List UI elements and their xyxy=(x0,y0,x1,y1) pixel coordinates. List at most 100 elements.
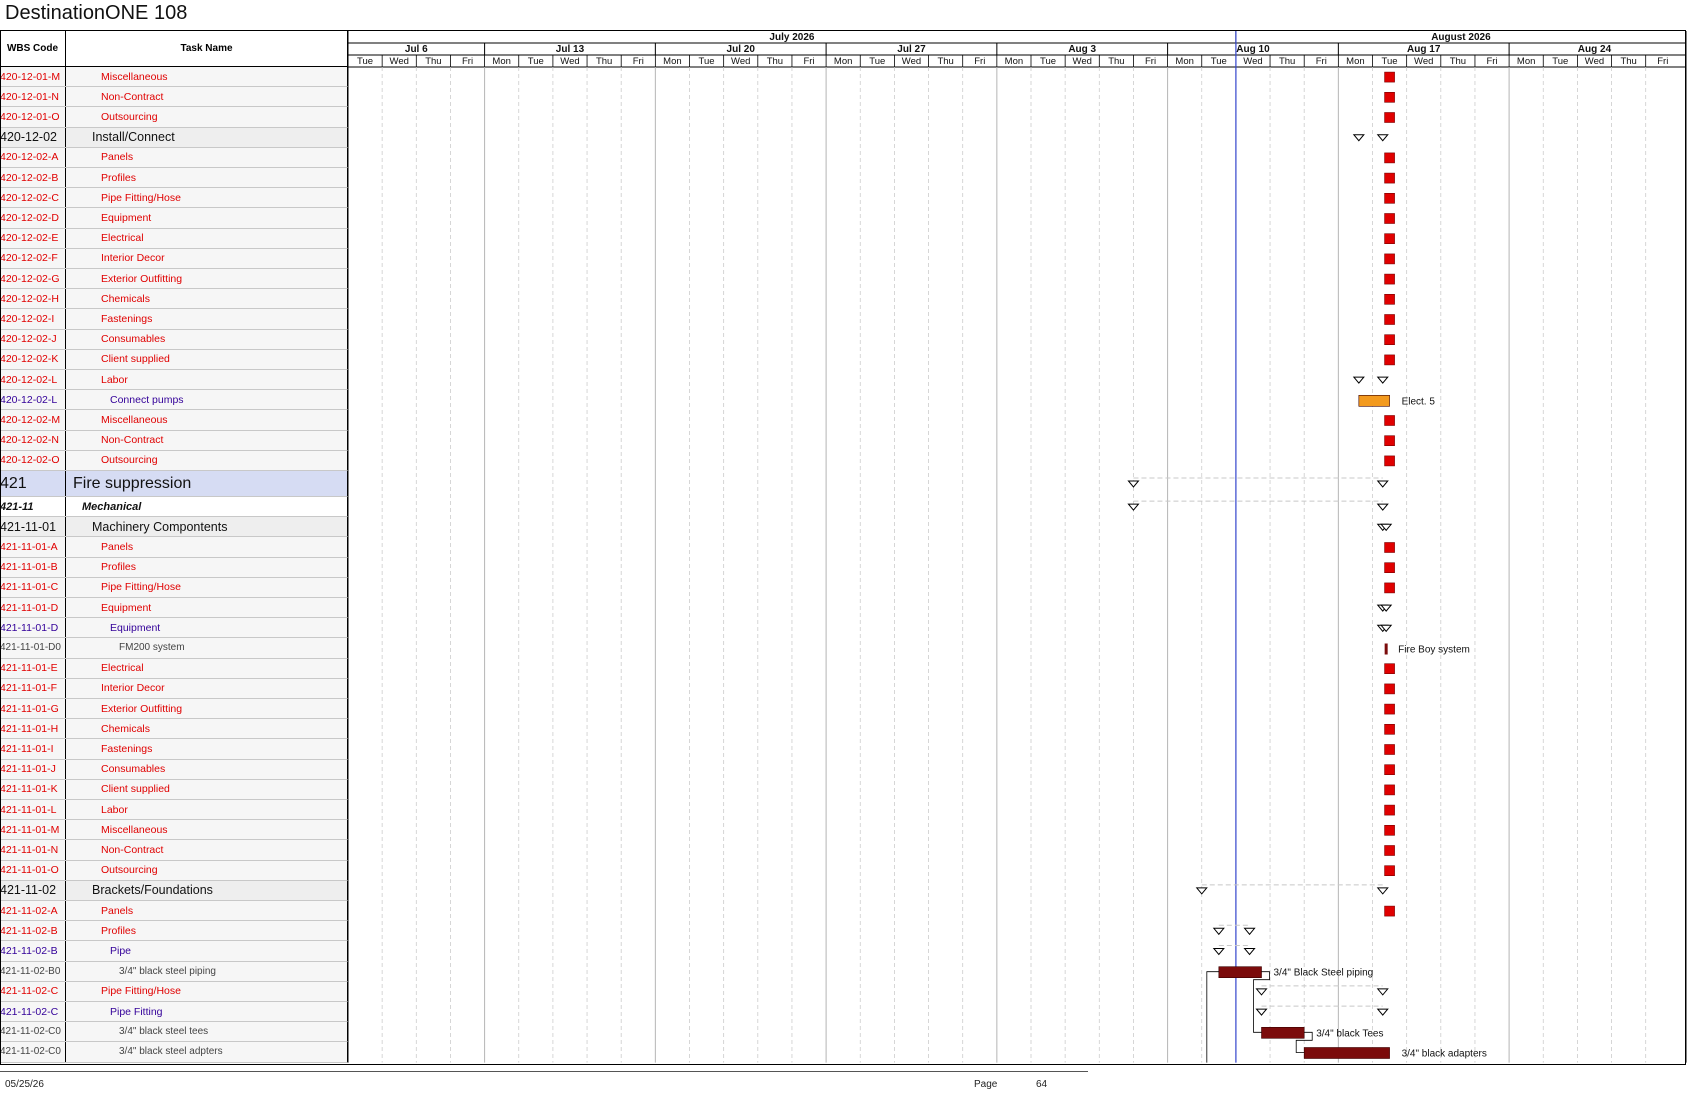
month-label: August 2026 xyxy=(1431,32,1491,43)
milestone-marker xyxy=(1384,663,1395,675)
milestone-marker xyxy=(1384,92,1395,103)
task-bar xyxy=(1303,1047,1390,1059)
month-label: July 2026 xyxy=(769,32,814,43)
day-label: Wed xyxy=(731,56,750,67)
milestone-marker xyxy=(1384,455,1395,467)
day-label: Thu xyxy=(596,56,612,67)
milestone-marker xyxy=(1384,233,1395,244)
day-label: Fri xyxy=(1316,56,1327,67)
task-bar xyxy=(1261,1027,1305,1039)
task-bar xyxy=(1358,394,1390,407)
milestone-marker xyxy=(1384,723,1395,735)
day-label: Tue xyxy=(869,56,885,67)
day-label: Tue xyxy=(528,56,544,67)
milestone-marker xyxy=(1384,562,1395,574)
day-label: Mon xyxy=(663,56,681,67)
milestone-marker xyxy=(1384,354,1395,366)
milestone-marker xyxy=(1384,314,1395,325)
milestone-marker xyxy=(1384,293,1395,305)
day-label: Wed xyxy=(1414,56,1433,67)
week-label: Jul 20 xyxy=(727,44,756,55)
day-label: Tue xyxy=(1382,56,1398,67)
day-label: Mon xyxy=(1346,56,1364,67)
milestone-marker xyxy=(1384,213,1395,224)
summary-end-caret xyxy=(1376,134,1389,142)
task-bar-label: 3/4" Black Steel piping xyxy=(1274,968,1374,979)
milestone-marker xyxy=(1384,71,1395,83)
summary-start-caret xyxy=(1127,480,1140,488)
week-label: Jul 13 xyxy=(556,44,585,55)
day-label: Fri xyxy=(1145,56,1156,67)
milestone-marker xyxy=(1384,273,1395,285)
day-label: Mon xyxy=(834,56,852,67)
milestone-marker xyxy=(1384,845,1395,856)
milestone-marker xyxy=(1384,435,1395,447)
day-label: Thu xyxy=(1450,56,1466,67)
summary-start-caret xyxy=(1212,948,1225,956)
task-bar-thin xyxy=(1384,643,1388,655)
day-label: Mon xyxy=(492,56,510,67)
day-label: Tue xyxy=(357,56,373,67)
milestone-marker xyxy=(1384,905,1395,917)
summary-end-caret xyxy=(1243,927,1256,936)
milestone-marker xyxy=(1384,804,1395,816)
milestone-marker xyxy=(1384,683,1395,695)
task-bar-label: 3/4" black adapters xyxy=(1402,1049,1487,1060)
day-label: Thu xyxy=(1108,56,1124,67)
week-label: Aug 3 xyxy=(1068,44,1096,55)
summary-start-caret xyxy=(1352,134,1365,142)
week-label: Jul 6 xyxy=(405,44,428,55)
day-label: Mon xyxy=(1175,56,1193,67)
milestone-marker xyxy=(1384,112,1395,123)
day-label: Thu xyxy=(1620,56,1636,67)
summary-end-caret xyxy=(1376,988,1389,996)
dependency-connector xyxy=(1253,971,1270,1033)
summary-end-caret xyxy=(1376,887,1389,895)
summary-end-caret xyxy=(1243,948,1256,956)
dependency-connector xyxy=(1206,971,1219,1063)
summary-end-caret xyxy=(1376,1008,1389,1016)
summary-start-caret xyxy=(1352,376,1365,384)
day-label: Tue xyxy=(1211,56,1227,67)
day-label: Wed xyxy=(902,56,921,67)
summary-end-caret xyxy=(1376,376,1389,384)
day-label: Wed xyxy=(390,56,409,67)
summary-start-caret xyxy=(1195,887,1208,895)
day-label: Thu xyxy=(767,56,783,67)
week-label: Aug 17 xyxy=(1407,44,1441,55)
summary-end-caret xyxy=(1376,503,1389,511)
footer-rule xyxy=(0,1071,1088,1072)
day-label: Thu xyxy=(937,56,953,67)
task-bar xyxy=(1218,966,1262,979)
summary-start-caret xyxy=(1255,988,1268,996)
milestone-marker xyxy=(1384,764,1395,776)
summary-start-caret xyxy=(1212,927,1225,936)
day-label: Tue xyxy=(1040,56,1056,67)
week-label: Jul 27 xyxy=(897,44,926,55)
footer-page-number: 64 xyxy=(1036,1079,1048,1090)
milestone-marker xyxy=(1384,253,1395,265)
day-label: Fri xyxy=(633,56,644,67)
day-label: Thu xyxy=(425,56,441,67)
task-bar-label: Fire Boy system xyxy=(1398,645,1470,656)
week-label: Aug 10 xyxy=(1236,44,1270,55)
day-label: Fri xyxy=(1486,56,1497,67)
summary-start-caret xyxy=(1255,1008,1268,1016)
week-label: Aug 24 xyxy=(1578,44,1612,55)
day-label: Fri xyxy=(1657,56,1668,67)
milestone-marker xyxy=(1384,334,1395,346)
footer-date: 05/25/26 xyxy=(5,1079,44,1090)
milestone-marker xyxy=(1384,172,1395,184)
milestone-marker xyxy=(1384,703,1395,715)
milestone-marker xyxy=(1384,415,1395,426)
milestone-marker xyxy=(1384,582,1395,594)
day-label: Wed xyxy=(560,56,579,67)
day-label: Wed xyxy=(1243,56,1262,67)
milestone-marker xyxy=(1384,865,1395,877)
milestone-marker xyxy=(1384,152,1395,164)
day-label: Tue xyxy=(699,56,715,67)
summary-end-caret xyxy=(1376,480,1389,488)
day-label: Wed xyxy=(1585,56,1604,67)
milestone-marker xyxy=(1384,193,1395,204)
milestone-marker xyxy=(1384,784,1395,796)
